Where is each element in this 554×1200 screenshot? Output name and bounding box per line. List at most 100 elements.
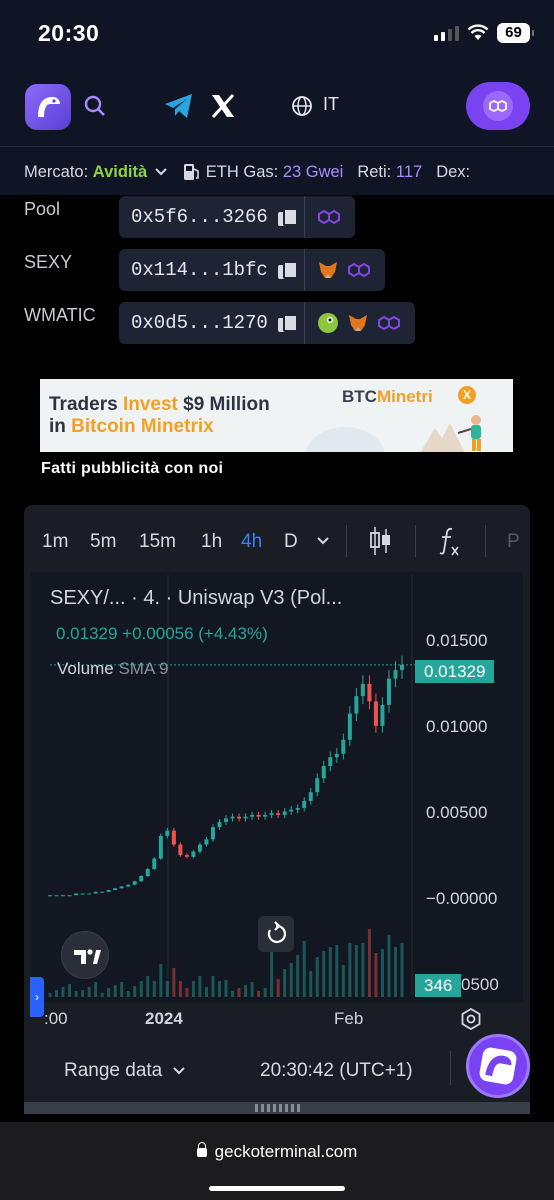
- telegram-icon[interactable]: [163, 92, 195, 120]
- polygon-explorer-icon[interactable]: [347, 260, 373, 280]
- candle: [48, 895, 52, 897]
- candle: [380, 704, 385, 726]
- reset-chart-button[interactable]: [258, 916, 294, 952]
- copy-icon[interactable]: [277, 314, 298, 332]
- x-twitter-icon[interactable]: [209, 92, 237, 120]
- polygon-explorer-icon[interactable]: [377, 313, 403, 333]
- candle: [139, 876, 144, 882]
- candle: [191, 851, 196, 857]
- address-pill: 0x114...1bfc: [119, 249, 385, 291]
- candle: [158, 835, 163, 859]
- range-data-dropdown[interactable]: Range data: [64, 1060, 186, 1082]
- volume-bar: [133, 986, 137, 997]
- candle: [282, 811, 287, 815]
- copy-icon[interactable]: [277, 208, 298, 226]
- candle: [210, 827, 215, 840]
- volume-bar: [107, 988, 111, 997]
- search-icon[interactable]: [84, 95, 106, 117]
- candle: [341, 739, 346, 754]
- volume-bar: [178, 981, 182, 997]
- candle: [119, 886, 124, 889]
- volume-bar: [328, 947, 332, 997]
- y-tick: 0.00500: [426, 803, 488, 822]
- candle: [145, 869, 150, 877]
- token-address: 0x5f6...3266: [131, 206, 268, 228]
- coingecko-icon[interactable]: [317, 312, 339, 334]
- candle: [87, 893, 92, 895]
- volume-bar: [341, 965, 345, 997]
- volume-bar: [172, 968, 176, 997]
- candle: [393, 669, 398, 679]
- candle: [256, 814, 261, 817]
- candle: [61, 895, 66, 897]
- chart-widget: 1m 5m 15m 1h 4h D P SEXY/... · 4. · Unis…: [24, 505, 530, 1113]
- chart-settings-icon[interactable]: [460, 1008, 482, 1030]
- candle: [217, 821, 222, 828]
- metamask-icon[interactable]: [347, 313, 369, 333]
- geckoterminal-floating-button[interactable]: [466, 1034, 530, 1098]
- candle: [165, 830, 170, 836]
- market-sentiment[interactable]: Avidità: [93, 163, 147, 182]
- volume-bar: [302, 941, 306, 997]
- volume-bar: [250, 982, 254, 997]
- side-panel-toggle[interactable]: ›: [30, 977, 44, 1017]
- networks-count[interactable]: 117: [396, 163, 422, 182]
- polygon-explorer-icon[interactable]: [317, 207, 343, 227]
- top-nav: IT: [0, 68, 554, 146]
- x-tick: Feb: [334, 1009, 364, 1028]
- address-pill: 0x0d5...1270: [119, 302, 415, 344]
- geckoterminal-logo[interactable]: [25, 84, 71, 130]
- volume-bar: [74, 991, 78, 997]
- copy-icon[interactable]: [277, 261, 298, 279]
- candle: [400, 664, 404, 670]
- market-ticker: Mercato: Avidità ETH Gas: 23 Gwei Reti: …: [0, 146, 554, 195]
- candle: [295, 807, 300, 810]
- volume-badge: 346: [415, 974, 462, 997]
- candle: [308, 792, 313, 801]
- volume-bar: [367, 929, 371, 997]
- chart-clock[interactable]: 20:30:42 (UTC+1): [260, 1060, 413, 1082]
- candle: [74, 893, 79, 896]
- volume-bar: [237, 988, 241, 997]
- networks-label: Reti:: [357, 162, 392, 181]
- volume-bar: [165, 981, 169, 997]
- volume-bar: [289, 963, 293, 997]
- volume-bar: [94, 982, 98, 997]
- volume-bar: [244, 985, 248, 997]
- chart-resize-handle[interactable]: [24, 1102, 530, 1114]
- battery-indicator: 69: [497, 23, 534, 43]
- polygon-icon: [483, 91, 513, 121]
- volume-bar: [276, 979, 280, 997]
- ad-banner[interactable]: Traders Invest $9 Million in Bitcoin Min…: [40, 379, 513, 452]
- volume-bar: [126, 991, 130, 997]
- candle: [302, 800, 307, 808]
- volume-bar: [257, 991, 261, 997]
- volume-bar: [393, 947, 397, 997]
- volume-legend[interactable]: Volume SMA 9: [57, 659, 169, 679]
- home-indicator: [209, 1186, 345, 1191]
- volume-bar: [335, 945, 339, 997]
- wifi-icon: [467, 24, 489, 40]
- chevron-down-icon[interactable]: [153, 167, 169, 177]
- advertise-link[interactable]: Fatti pubblicità con noi: [41, 460, 223, 478]
- gas-label: ETH Gas:: [205, 162, 279, 181]
- volume-bar: [120, 982, 124, 997]
- language-selector[interactable]: IT: [323, 94, 339, 115]
- candle: [347, 713, 352, 740]
- tradingview-logo[interactable]: [61, 931, 109, 979]
- candle: [334, 753, 339, 758]
- globe-icon[interactable]: [291, 95, 313, 117]
- token-address: 0x0d5...1270: [131, 312, 268, 334]
- token-row-sexy: SEXY 0x114...1bfc: [0, 249, 554, 291]
- metamask-icon[interactable]: [317, 260, 339, 280]
- candle: [269, 813, 274, 815]
- chevron-down-icon: [172, 1067, 185, 1075]
- market-label: Mercato:: [24, 162, 89, 181]
- candle: [386, 678, 391, 705]
- candle: [237, 816, 242, 819]
- token-row-pool: Pool 0x5f6...3266: [0, 196, 554, 238]
- volume-bar: [159, 964, 163, 997]
- network-selector-button[interactable]: [466, 82, 530, 130]
- status-time: 20:30: [38, 20, 100, 46]
- candle: [178, 844, 183, 856]
